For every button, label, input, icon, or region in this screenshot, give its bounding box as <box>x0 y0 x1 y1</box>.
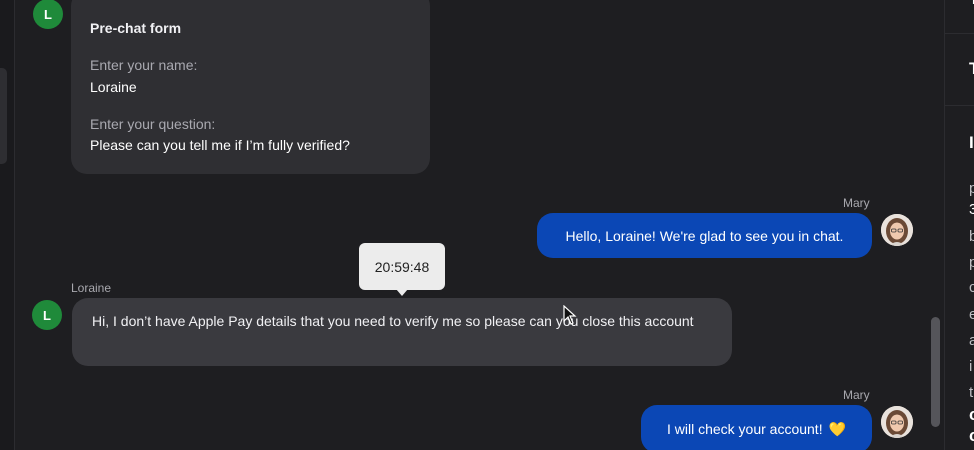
tooltip-arrow <box>396 289 408 296</box>
agent-avatar <box>881 214 913 246</box>
panel-heading: T <box>969 0 974 10</box>
agent-sender-name: Mary <box>843 388 870 402</box>
customer-message-bubble[interactable]: Hi, I don’t have Apple Pay details that … <box>72 298 732 366</box>
message-text: Hi, I don’t have Apple Pay details that … <box>92 313 694 329</box>
details-panel: T T I p 3 b p c e a i t c c <box>944 0 974 450</box>
chat-scrollbar[interactable] <box>931 317 940 427</box>
panel-text: c <box>969 425 974 447</box>
panel-divider <box>945 33 974 34</box>
panel-text: c <box>969 404 974 426</box>
panel-heading: T <box>969 58 974 80</box>
question-field-value: Please can you tell me if I’m fully veri… <box>90 137 350 153</box>
customer-sender-name: Loraine <box>71 281 112 295</box>
agent-message-bubble[interactable]: I will check your account! 💛 <box>641 405 872 450</box>
name-field-label: Enter your name: <box>90 57 198 73</box>
timestamp-tooltip: 20:59:48 <box>359 243 445 290</box>
message-text: I will check your account! <box>666 421 823 437</box>
customer-avatar: L <box>33 0 63 29</box>
tooltip-time: 20:59:48 <box>374 258 430 275</box>
message-text: Hello, Loraine! We're glad to see you in… <box>565 227 844 244</box>
agent-portrait-icon <box>881 214 913 246</box>
panel-text: b <box>969 226 974 248</box>
agent-avatar <box>881 406 913 438</box>
avatar-initial: L <box>44 6 52 22</box>
panel-text: a <box>969 330 974 352</box>
agent-sender-name: Mary <box>843 196 870 210</box>
chat-app: L Pre-chat form Enter your name: Loraine… <box>0 0 974 450</box>
panel-text: 3 <box>969 199 974 221</box>
sidebar-resize-handle[interactable] <box>0 68 7 164</box>
mouse-cursor-icon <box>563 305 577 325</box>
panel-text: e <box>969 304 974 326</box>
panel-text: i <box>969 358 973 375</box>
agent-message-bubble[interactable]: Hello, Loraine! We're glad to see you in… <box>537 213 872 258</box>
left-sidebar-strip <box>0 0 15 450</box>
panel-text: p <box>969 252 974 274</box>
name-field-value: Loraine <box>90 79 137 95</box>
panel-text: c <box>969 277 974 299</box>
agent-portrait-icon <box>881 406 913 438</box>
prechat-form-bubble: Pre-chat form Enter your name: Loraine E… <box>71 0 430 174</box>
panel-text: p <box>969 178 974 200</box>
panel-divider <box>945 105 974 106</box>
customer-avatar: L <box>32 300 62 330</box>
prechat-form-title: Pre-chat form <box>90 20 182 36</box>
heart-emoji-icon: 💛 <box>828 421 847 437</box>
avatar-initial: L <box>43 307 51 323</box>
panel-text: t <box>969 384 974 401</box>
panel-heading: I <box>969 133 974 152</box>
question-field-label: Enter your question: <box>90 116 216 132</box>
